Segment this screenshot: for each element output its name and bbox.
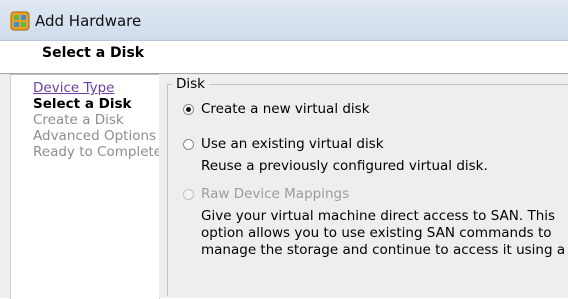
wizard-steps-nav: Device Type Select a Disk Create a Disk … [10,74,163,299]
use-existing-disk-description: Reuse a previously configured virtual di… [201,158,488,174]
nav-item-select-a-disk: Select a Disk [33,96,132,112]
raw-device-mappings-radio [183,189,194,200]
disk-group-legend: Disk [172,76,209,92]
nav-item-device-type[interactable]: Device Type [33,80,114,96]
wizard-content: Device Type Select a Disk Create a Disk … [0,74,568,299]
raw-device-mappings-description-line-2: option allows you to use existing SAN co… [201,225,552,241]
raw-device-mappings-description-line-1: Give your virtual machine direct access … [201,208,556,224]
window-title: Add Hardware [35,12,142,30]
raw-device-mappings-label: Raw Device Mappings [201,186,350,202]
nav-item-advanced-options: Advanced Options [33,128,157,144]
create-new-disk-radio[interactable] [183,104,194,115]
use-existing-disk-label[interactable]: Use an existing virtual disk [201,136,384,152]
raw-device-mappings-description-line-3: manage the storage and continue to acces… [201,242,566,258]
page-title: Select a Disk [42,45,145,61]
nav-item-create-a-disk: Create a Disk [33,112,124,128]
add-hardware-icon [10,11,30,31]
nav-item-ready-to-complete: Ready to Complete [33,144,163,160]
main-panel: Disk Create a new virtual disk Use an ex… [159,74,568,298]
create-new-disk-label[interactable]: Create a new virtual disk [201,101,370,117]
wizard-header: Select a Disk [0,41,568,73]
title-bar: Add Hardware [0,0,568,41]
use-existing-disk-radio[interactable] [183,139,194,150]
